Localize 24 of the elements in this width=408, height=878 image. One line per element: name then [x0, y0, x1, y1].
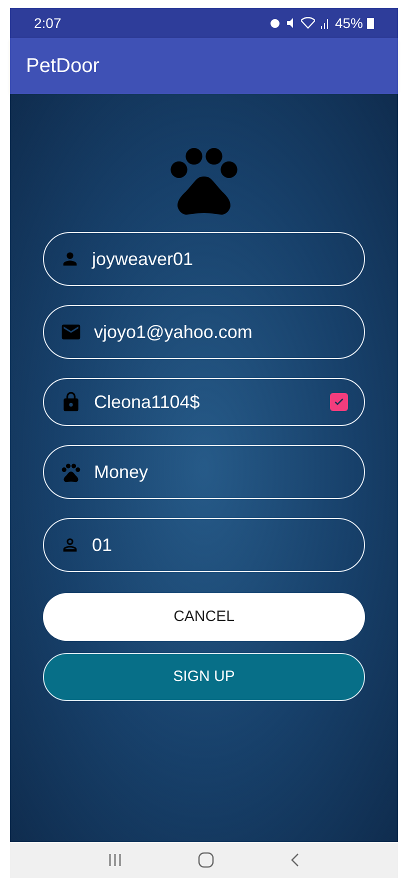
- cancel-button[interactable]: CANCEL: [43, 593, 365, 641]
- recents-icon[interactable]: [108, 853, 122, 867]
- input-field[interactable]: Money: [43, 445, 365, 499]
- input-field[interactable]: joyweaver01: [43, 232, 365, 286]
- show-password-checkbox[interactable]: [330, 393, 348, 411]
- field-value: 01: [92, 534, 114, 556]
- status-time: 2:07: [34, 14, 62, 32]
- field-value: joyweaver01: [92, 248, 194, 271]
- home-icon[interactable]: [198, 852, 214, 868]
- input-field[interactable]: vjoyo1@yahoo.com: [43, 305, 365, 359]
- input-field[interactable]: Cleona1104$: [43, 378, 365, 426]
- app-title: PetDoor: [26, 54, 100, 79]
- field-value: Cleona1104$: [94, 390, 201, 414]
- battery-percent: 45%: [334, 14, 363, 32]
- battery-icon: [367, 17, 374, 29]
- input-field[interactable]: 01: [43, 518, 365, 572]
- field-value: vjoyo1@yahoo.com: [94, 320, 254, 344]
- field-value: Money: [94, 460, 150, 484]
- paw-icon: [60, 461, 82, 483]
- sign-up-button[interactable]: SIGN UP: [43, 653, 365, 701]
- back-icon[interactable]: [290, 853, 300, 867]
- wifi-icon: [300, 17, 315, 29]
- signal-icon: [318, 17, 331, 29]
- check-icon: [333, 396, 345, 408]
